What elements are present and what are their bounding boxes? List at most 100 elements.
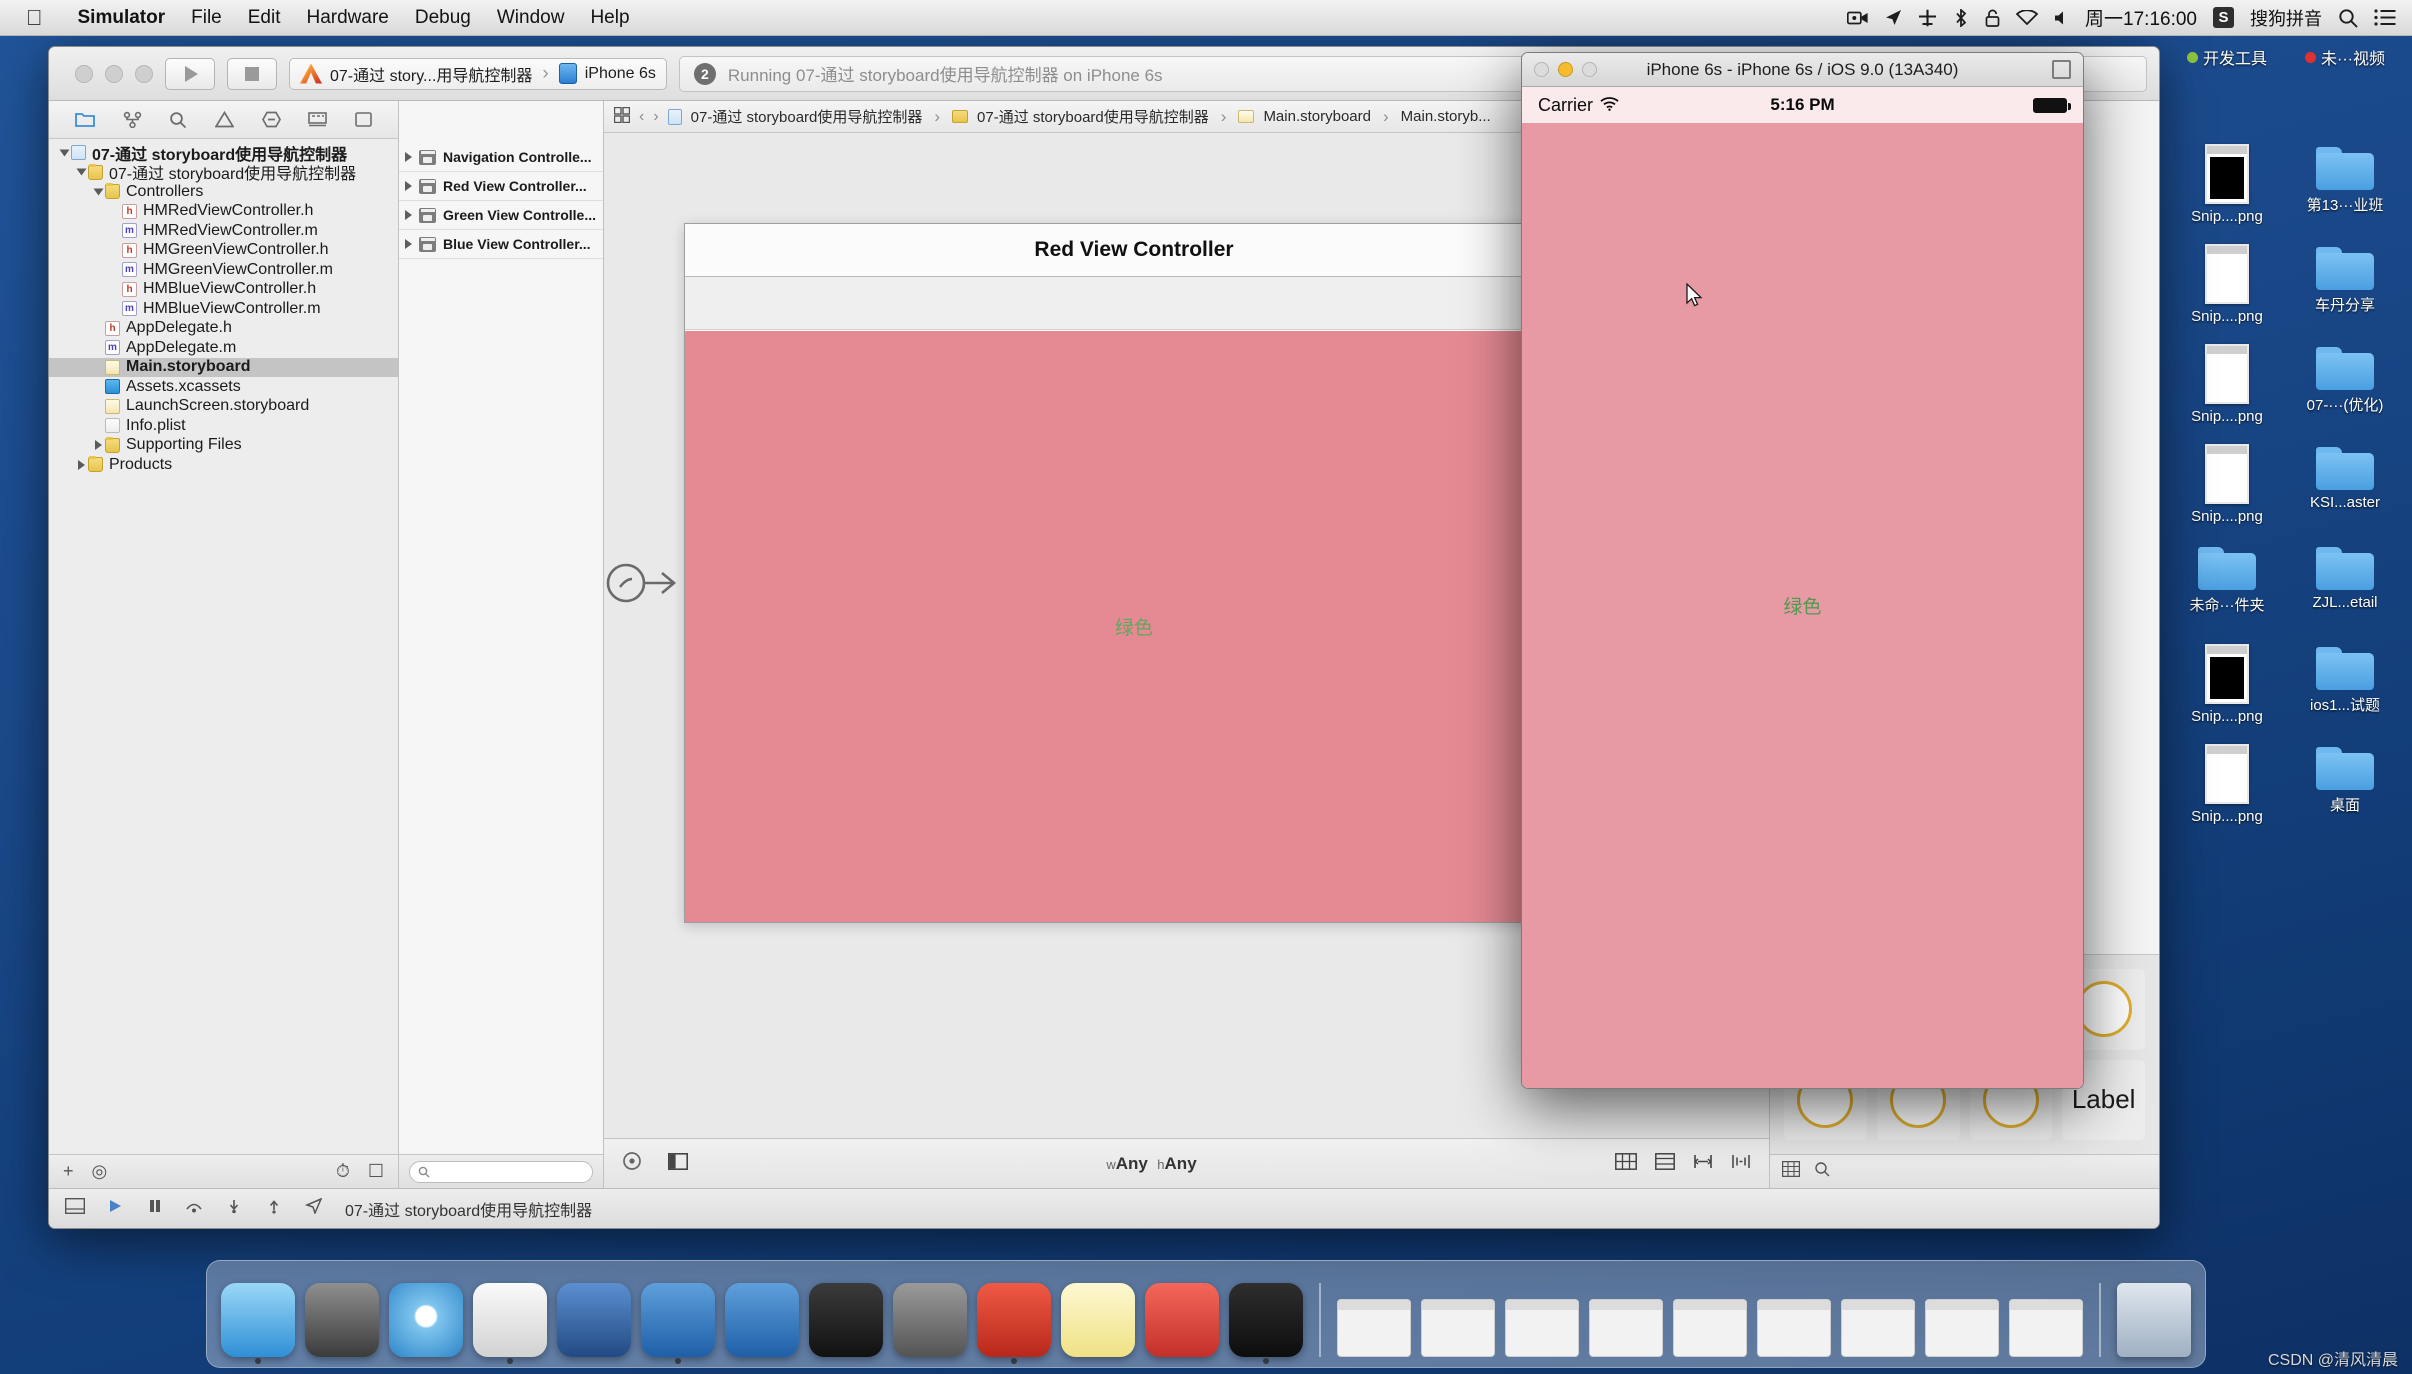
- navigator-row[interactable]: h AppDelegate.h: [49, 319, 398, 339]
- report-navigator-tab[interactable]: [355, 112, 372, 127]
- close-button[interactable]: [1534, 62, 1549, 77]
- navigator-row[interactable]: Main.storyboard: [49, 357, 398, 377]
- continue-icon[interactable]: [107, 1198, 125, 1219]
- issue-navigator-tab[interactable]: [214, 111, 234, 128]
- close-button[interactable]: [75, 64, 93, 83]
- navigator-row[interactable]: m AppDelegate.m: [49, 338, 398, 358]
- forward-button[interactable]: ›: [653, 108, 658, 126]
- step-over-icon[interactable]: [185, 1198, 203, 1219]
- library-grid-view-icon[interactable]: [1781, 1160, 1801, 1182]
- lock-icon[interactable]: [1985, 9, 2000, 27]
- step-into-icon[interactable]: [225, 1198, 243, 1219]
- macos-menu-bar[interactable]:  Simulator File Edit Hardware Debug Win…: [0, 0, 2412, 36]
- pin-icon[interactable]: [1693, 1153, 1713, 1175]
- disclosure-triangle-icon[interactable]: [57, 148, 71, 158]
- project-navigator-tab[interactable]: [74, 111, 95, 128]
- wifi-icon[interactable]: [2016, 10, 2039, 25]
- disclosure-triangle-icon[interactable]: [74, 167, 88, 177]
- screen-record-icon[interactable]: [1847, 10, 1869, 26]
- source-control-navigator-tab[interactable]: [123, 111, 142, 128]
- add-icon[interactable]: +: [63, 1161, 74, 1182]
- simulator-title-bar[interactable]: iPhone 6s - iPhone 6s / iOS 9.0 (13A340): [1522, 53, 2083, 87]
- back-button[interactable]: ‹: [639, 108, 644, 126]
- stop-button[interactable]: [227, 57, 277, 90]
- dock-window-minimized[interactable]: [1757, 1299, 1831, 1357]
- recent-files-icon[interactable]: ⏱: [336, 1161, 350, 1182]
- menu-bar-clock[interactable]: 周一17:16:00: [2085, 4, 2197, 31]
- dock-window-minimized[interactable]: [1925, 1299, 1999, 1357]
- trash-icon[interactable]: [2117, 1283, 2191, 1357]
- disclosure-triangle-icon[interactable]: [405, 181, 412, 191]
- disclosure-triangle-icon[interactable]: [91, 187, 105, 197]
- outline-filter-field[interactable]: [409, 1160, 593, 1183]
- dock-app-keynote[interactable]: [1145, 1283, 1219, 1357]
- minimize-button[interactable]: [1558, 62, 1573, 77]
- simulator-traffic-lights[interactable]: [1534, 62, 1597, 77]
- align-icon[interactable]: [1655, 1152, 1675, 1175]
- resolve-issues-icon[interactable]: [1731, 1153, 1751, 1175]
- desktop-icon[interactable]: Snip....png: [2168, 744, 2286, 844]
- scheme-selector[interactable]: 07-通过 story...用导航控制器 › iPhone 6s: [289, 57, 667, 90]
- desktop-icon[interactable]: 桌面: [2286, 744, 2404, 844]
- unsaved-files-icon[interactable]: ☐: [368, 1161, 384, 1182]
- zoom-icon[interactable]: [622, 1151, 642, 1176]
- red-view-controller-scene[interactable]: Red View Controller 绿色: [684, 223, 1584, 923]
- desktop-tag-0[interactable]: 开发工具: [2168, 44, 2286, 70]
- menu-item-hardware[interactable]: Hardware: [294, 7, 402, 29]
- project-navigator-tree[interactable]: 07-通过 storyboard使用导航控制器 07-通过 storyboard使…: [49, 139, 398, 1154]
- navigator-row[interactable]: Assets.xcassets: [49, 377, 398, 397]
- dock-window-minimized[interactable]: [1589, 1299, 1663, 1357]
- navigator-row[interactable]: h HMBlueViewController.h: [49, 280, 398, 300]
- outline-item[interactable]: Green View Controlle...: [399, 201, 603, 230]
- outline-list[interactable]: Navigation Controlle... Red View Controll…: [399, 143, 603, 259]
- window-traffic-lights[interactable]: [61, 64, 153, 83]
- dock-app-video[interactable]: [557, 1283, 631, 1357]
- dock-app-xcode[interactable]: [641, 1283, 715, 1364]
- dock-app-other[interactable]: [1229, 1283, 1303, 1364]
- menu-item-window[interactable]: Window: [484, 7, 578, 29]
- desktop-icon[interactable]: KSI...aster: [2286, 444, 2404, 544]
- desktop-icon[interactable]: Snip....png: [2168, 444, 2286, 544]
- desktop-icon[interactable]: ios1...试题: [2286, 644, 2404, 744]
- outline-item[interactable]: Blue View Controller...: [399, 230, 603, 259]
- step-out-icon[interactable]: [265, 1198, 283, 1219]
- constraints-icon[interactable]: [1615, 1152, 1637, 1175]
- volume-icon[interactable]: [2054, 10, 2069, 26]
- dock-app-launchpad[interactable]: [305, 1283, 379, 1357]
- minimize-button[interactable]: [105, 64, 123, 83]
- disclosure-triangle-icon[interactable]: [91, 440, 105, 451]
- dock-window-minimized[interactable]: [2009, 1299, 2083, 1357]
- outline-item[interactable]: Red View Controller...: [399, 172, 603, 201]
- disclosure-triangle-icon[interactable]: [405, 239, 412, 249]
- disclosure-triangle-icon[interactable]: [405, 152, 412, 162]
- dock-app-terminal[interactable]: [809, 1283, 883, 1357]
- disclosure-triangle-icon[interactable]: [405, 210, 412, 220]
- input-method-badge[interactable]: S: [2213, 7, 2234, 28]
- breadcrumb-item-2[interactable]: Main.storyboard: [1263, 108, 1371, 125]
- input-method-name[interactable]: 搜狗拼音: [2250, 5, 2322, 31]
- dock-window-minimized[interactable]: [1421, 1299, 1495, 1357]
- pause-icon[interactable]: [147, 1198, 163, 1219]
- dock-app-system-preferences[interactable]: [893, 1283, 967, 1357]
- console-toggle-icon[interactable]: [64, 1197, 86, 1219]
- dock-app-charles[interactable]: [977, 1283, 1051, 1364]
- size-class-indicator[interactable]: wAny hAny: [1106, 1154, 1196, 1174]
- filter-icon[interactable]: ◎: [92, 1161, 108, 1182]
- dock-app-simulator[interactable]: [473, 1283, 547, 1364]
- debug-navigator-tab[interactable]: [261, 111, 281, 128]
- notification-center-icon[interactable]: [2374, 9, 2396, 26]
- dock-app-finder[interactable]: [221, 1283, 295, 1364]
- desktop-icon[interactable]: Snip....png: [2168, 644, 2286, 744]
- navigator-row[interactable]: m HMRedViewController.m: [49, 221, 398, 241]
- navigator-row[interactable]: m HMGreenViewController.m: [49, 260, 398, 280]
- dock-window-minimized[interactable]: [1841, 1299, 1915, 1357]
- desktop-icon[interactable]: 未命···件夹: [2168, 544, 2286, 644]
- desktop-icon[interactable]: 车丹分享: [2286, 244, 2404, 344]
- library-filter-icon[interactable]: [1814, 1161, 1830, 1182]
- desktop-icon[interactable]: ZJL...etail: [2286, 544, 2404, 644]
- desktop-icon[interactable]: Snip....png: [2168, 144, 2286, 244]
- desktop-icon[interactable]: Snip....png: [2168, 244, 2286, 344]
- breakpoint-navigator-tab[interactable]: [308, 112, 328, 127]
- dock[interactable]: [206, 1260, 2206, 1368]
- navigator-row[interactable]: Products: [49, 455, 398, 475]
